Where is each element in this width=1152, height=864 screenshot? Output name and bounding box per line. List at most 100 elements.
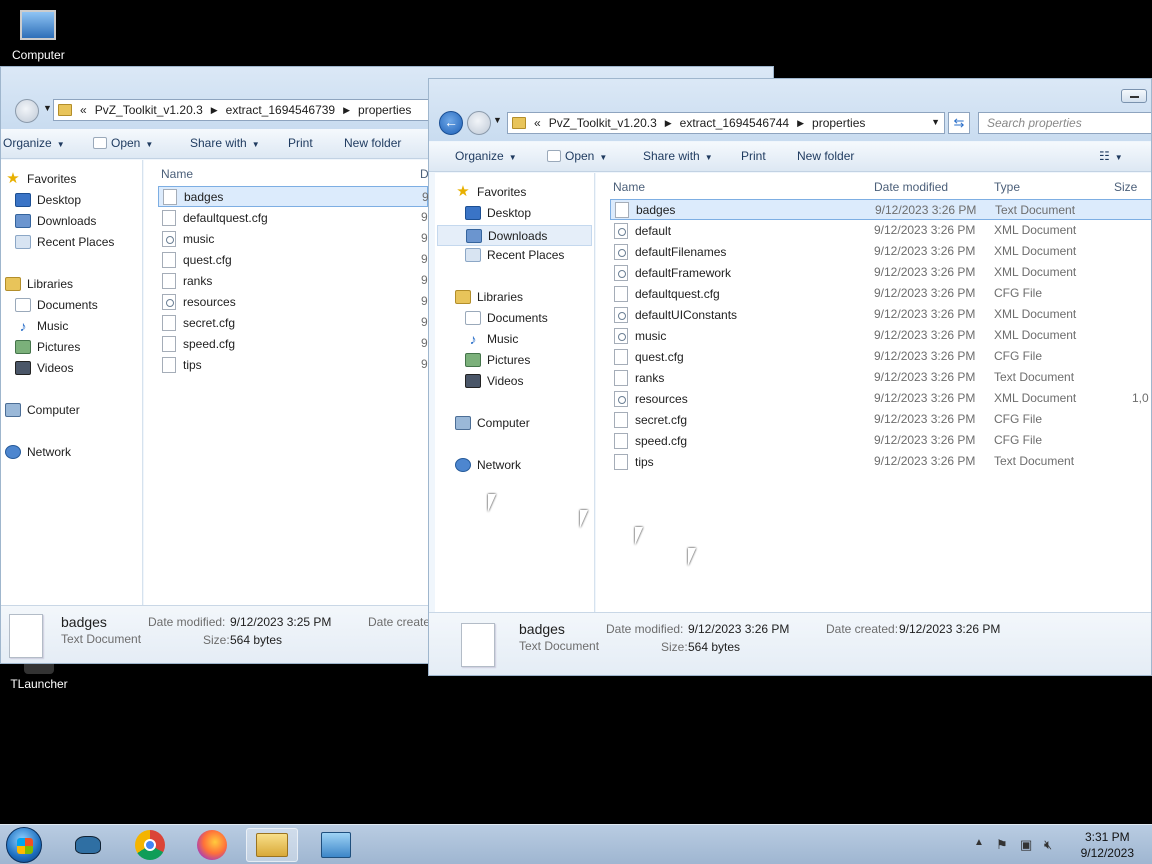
show-hidden-icons-button[interactable]: ▲: [974, 837, 984, 848]
share-with-button[interactable]: Share with ▼: [190, 136, 260, 150]
column-header-name[interactable]: Name: [613, 180, 645, 194]
network-tray-icon[interactable]: ▣: [1020, 837, 1032, 853]
organize-button[interactable]: Organize ▼: [455, 149, 517, 163]
breadcrumb-item[interactable]: properties: [358, 103, 411, 117]
nav-videos[interactable]: Videos: [15, 361, 73, 375]
refresh-button[interactable]: ⇆: [948, 112, 970, 134]
details-size-label: Size:: [203, 633, 230, 647]
recent-pages-icon[interactable]: ▼: [43, 103, 52, 113]
column-header-type[interactable]: Type: [994, 180, 1020, 194]
open-button[interactable]: Open ▼: [93, 136, 153, 150]
nav-desktop[interactable]: Desktop: [465, 206, 531, 220]
text-file-icon: [614, 453, 628, 470]
chevron-right-icon[interactable]: ▶: [797, 118, 804, 129]
taskbar-control-panel[interactable]: [310, 828, 362, 862]
file-row[interactable]: ranks 9/12/2023 3:26 PM Text Document: [610, 367, 1151, 388]
start-button[interactable]: [6, 827, 42, 863]
file-row[interactable]: defaultFilenames 9/12/2023 3:26 PM XML Doc…: [610, 241, 1151, 262]
view-options-button[interactable]: ☷ ▼: [1099, 149, 1123, 163]
nav-pictures[interactable]: Pictures: [15, 340, 80, 354]
nav-pictures[interactable]: Pictures: [465, 353, 530, 367]
breadcrumb-item[interactable]: PvZ_Toolkit_v1.20.3: [549, 116, 657, 130]
nav-network[interactable]: Network: [455, 458, 521, 472]
nav-favorites[interactable]: ★ Favorites: [5, 171, 76, 186]
nav-music[interactable]: ♪ Music: [15, 319, 69, 333]
nav-libraries[interactable]: Libraries: [455, 290, 523, 304]
file-row[interactable]: speed.cfg 9: [158, 333, 428, 354]
taskbar-explorer[interactable]: [246, 828, 298, 862]
nav-downloads[interactable]: Downloads: [15, 214, 96, 228]
file-row[interactable]: resources 9/12/2023 3:26 PM XML Document 1,…: [610, 388, 1151, 409]
taskbar-firefox[interactable]: [186, 828, 238, 862]
nav-desktop[interactable]: Desktop: [15, 193, 81, 207]
nav-documents[interactable]: Documents: [465, 311, 548, 325]
back-button[interactable]: ←: [439, 111, 463, 135]
nav-network[interactable]: Network: [5, 445, 71, 459]
breadcrumb-item[interactable]: PvZ_Toolkit_v1.20.3: [95, 103, 203, 117]
breadcrumb-item[interactable]: extract_1694546744: [680, 116, 789, 130]
file-row[interactable]: secret.cfg 9/12/2023 3:26 PM CFG File: [610, 409, 1151, 430]
minimize-button[interactable]: [1121, 89, 1147, 103]
nav-downloads[interactable]: Downloads: [437, 225, 592, 246]
file-row[interactable]: ranks 9: [158, 270, 428, 291]
breadcrumb-item[interactable]: properties: [812, 116, 865, 130]
desktop-icon-computer[interactable]: Computer: [12, 10, 65, 62]
file-row[interactable]: music 9: [158, 228, 428, 249]
file-row[interactable]: resources 9: [158, 291, 428, 312]
new-folder-button[interactable]: New folder: [344, 136, 401, 150]
file-row[interactable]: defaultFramework 9/12/2023 3:26 PM XML Doc…: [610, 262, 1151, 283]
breadcrumb-item[interactable]: extract_1694546739: [226, 103, 335, 117]
open-icon: [547, 150, 561, 162]
file-row[interactable]: defaultquest.cfg 9: [158, 207, 428, 228]
file-row[interactable]: quest.cfg 9/12/2023 3:26 PM CFG File: [610, 346, 1151, 367]
open-button[interactable]: Open ▼: [547, 149, 607, 163]
organize-button[interactable]: Organize ▼: [3, 136, 65, 150]
action-center-flag-icon[interactable]: ⚑: [996, 837, 1008, 853]
address-bar[interactable]: « PvZ_Toolkit_v1.20.3 ▶ extract_16945467…: [507, 112, 945, 134]
chevron-right-icon[interactable]: ▶: [343, 105, 350, 116]
new-folder-button[interactable]: New folder: [797, 149, 854, 163]
nav-libraries[interactable]: Libraries: [5, 277, 73, 291]
file-row[interactable]: music 9/12/2023 3:26 PM XML Document: [610, 325, 1151, 346]
nav-recent-places[interactable]: Recent Places: [465, 248, 564, 262]
nav-favorites[interactable]: ★ Favorites: [455, 184, 526, 199]
file-row[interactable]: default 9/12/2023 3:26 PM XML Document: [610, 220, 1151, 241]
file-row[interactable]: tips 9: [158, 354, 428, 375]
recent-pages-icon[interactable]: ▼: [493, 115, 502, 125]
chevron-right-icon[interactable]: ▶: [211, 105, 218, 116]
nav-music[interactable]: ♪ Music: [465, 332, 519, 346]
explorer-window-front[interactable]: ← ▼ « PvZ_Toolkit_v1.20.3 ▶ extract_1694…: [428, 78, 1152, 676]
file-row[interactable]: defaultquest.cfg 9/12/2023 3:26 PM CFG Fil…: [610, 283, 1151, 304]
volume-muted-icon[interactable]: 🔇︎: [1044, 837, 1052, 853]
taskbar-tlauncher[interactable]: [62, 828, 114, 862]
file-row[interactable]: defaultUIConstants 9/12/2023 3:26 PM XML D…: [610, 304, 1151, 325]
forward-button[interactable]: [467, 111, 491, 135]
forward-button[interactable]: [15, 99, 39, 123]
file-row[interactable]: quest.cfg 9: [158, 249, 428, 270]
print-button[interactable]: Print: [288, 136, 313, 150]
system-clock[interactable]: 3:31 PM 9/12/2023: [1081, 829, 1134, 861]
column-header-name[interactable]: Name: [161, 167, 193, 181]
breadcrumb-overflow[interactable]: «: [80, 103, 87, 117]
address-dropdown-icon[interactable]: ▼: [931, 117, 940, 127]
taskbar-chrome[interactable]: [124, 828, 176, 862]
share-with-button[interactable]: Share with ▼: [643, 149, 713, 163]
file-row[interactable]: secret.cfg 9: [158, 312, 428, 333]
file-row[interactable]: tips 9/12/2023 3:26 PM Text Document: [610, 451, 1151, 472]
details-created-label: Date created:: [826, 622, 899, 636]
nav-recent-places[interactable]: Recent Places: [15, 235, 114, 249]
file-row[interactable]: badges 9/12/2023 3:26 PM Text Document: [610, 199, 1151, 220]
breadcrumb-overflow[interactable]: «: [534, 116, 541, 130]
address-bar[interactable]: « PvZ_Toolkit_v1.20.3 ▶ extract_16945467…: [53, 99, 433, 121]
nav-computer[interactable]: Computer: [5, 403, 80, 417]
column-header-size[interactable]: Size: [1114, 180, 1137, 194]
nav-documents[interactable]: Documents: [15, 298, 98, 312]
column-header-date-modified[interactable]: Date modified: [874, 180, 948, 194]
file-row[interactable]: speed.cfg 9/12/2023 3:26 PM CFG File: [610, 430, 1151, 451]
search-input[interactable]: Search properties: [978, 112, 1151, 134]
nav-computer[interactable]: Computer: [455, 416, 530, 430]
nav-videos[interactable]: Videos: [465, 374, 523, 388]
chevron-right-icon[interactable]: ▶: [665, 118, 672, 129]
file-row[interactable]: badges 9: [158, 186, 429, 207]
print-button[interactable]: Print: [741, 149, 766, 163]
